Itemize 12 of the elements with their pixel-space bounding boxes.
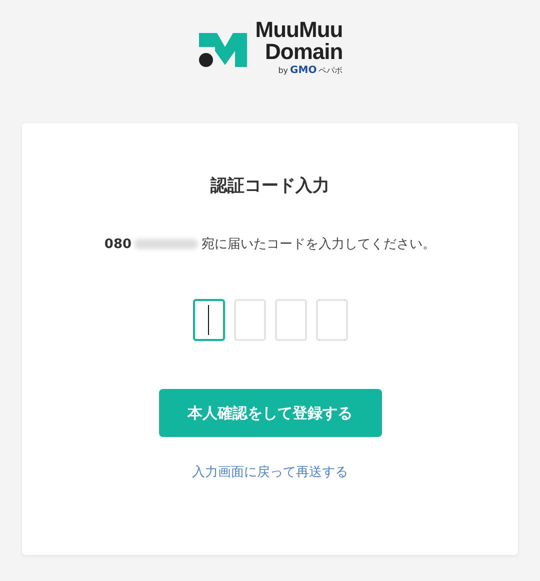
page-title: 認証コード入力 (210, 175, 330, 197)
submit-button[interactable]: 本人確認をして登録する (158, 389, 382, 437)
instruction-text: 宛に届いたコードを入力してください。 (202, 236, 436, 253)
blurred-number-icon (134, 239, 198, 249)
logo-text: MuuMuu (255, 18, 343, 40)
brand-text: GMO (290, 64, 317, 76)
resend-link[interactable]: 入力画面に戻って再送する (192, 463, 348, 481)
logo-text: Domain (265, 40, 343, 62)
brand-text: ペパボ (318, 64, 343, 76)
code-input-field[interactable] (192, 299, 224, 341)
byline-text: by (278, 66, 288, 74)
phone-number-text: 080 (104, 236, 132, 252)
